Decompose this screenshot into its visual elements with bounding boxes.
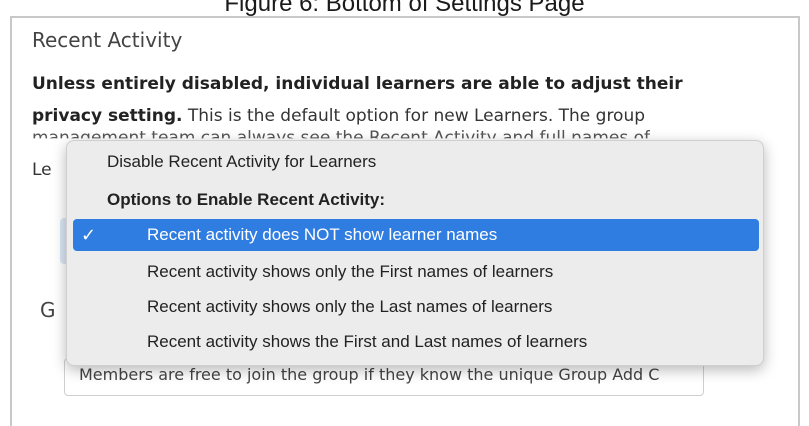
- menu-option-disable[interactable]: Disable Recent Activity for Learners: [107, 147, 376, 177]
- menu-option-full-names[interactable]: Recent activity shows the First and Last…: [147, 327, 587, 357]
- menu-group-heading: Options to Enable Recent Activity:: [107, 190, 386, 209]
- description-line-partial: Le: [32, 160, 52, 180]
- privacy-dropdown-menu: ✓ Disable Recent Activity for Learners O…: [66, 140, 764, 366]
- section-title: Recent Activity: [32, 28, 183, 52]
- menu-option-first-names[interactable]: Recent activity shows only the First nam…: [147, 257, 553, 287]
- menu-option-last-names[interactable]: Recent activity shows only the Last name…: [147, 292, 552, 322]
- checkmark-icon: ✓: [81, 225, 97, 245]
- menu-option-no-names[interactable]: Recent activity does NOT show learner na…: [147, 220, 497, 250]
- group-section-label: G: [40, 298, 56, 322]
- section-description: Unless entirely disabled, individual lea…: [32, 68, 732, 132]
- description-text: This is the default option for new Learn…: [182, 106, 646, 126]
